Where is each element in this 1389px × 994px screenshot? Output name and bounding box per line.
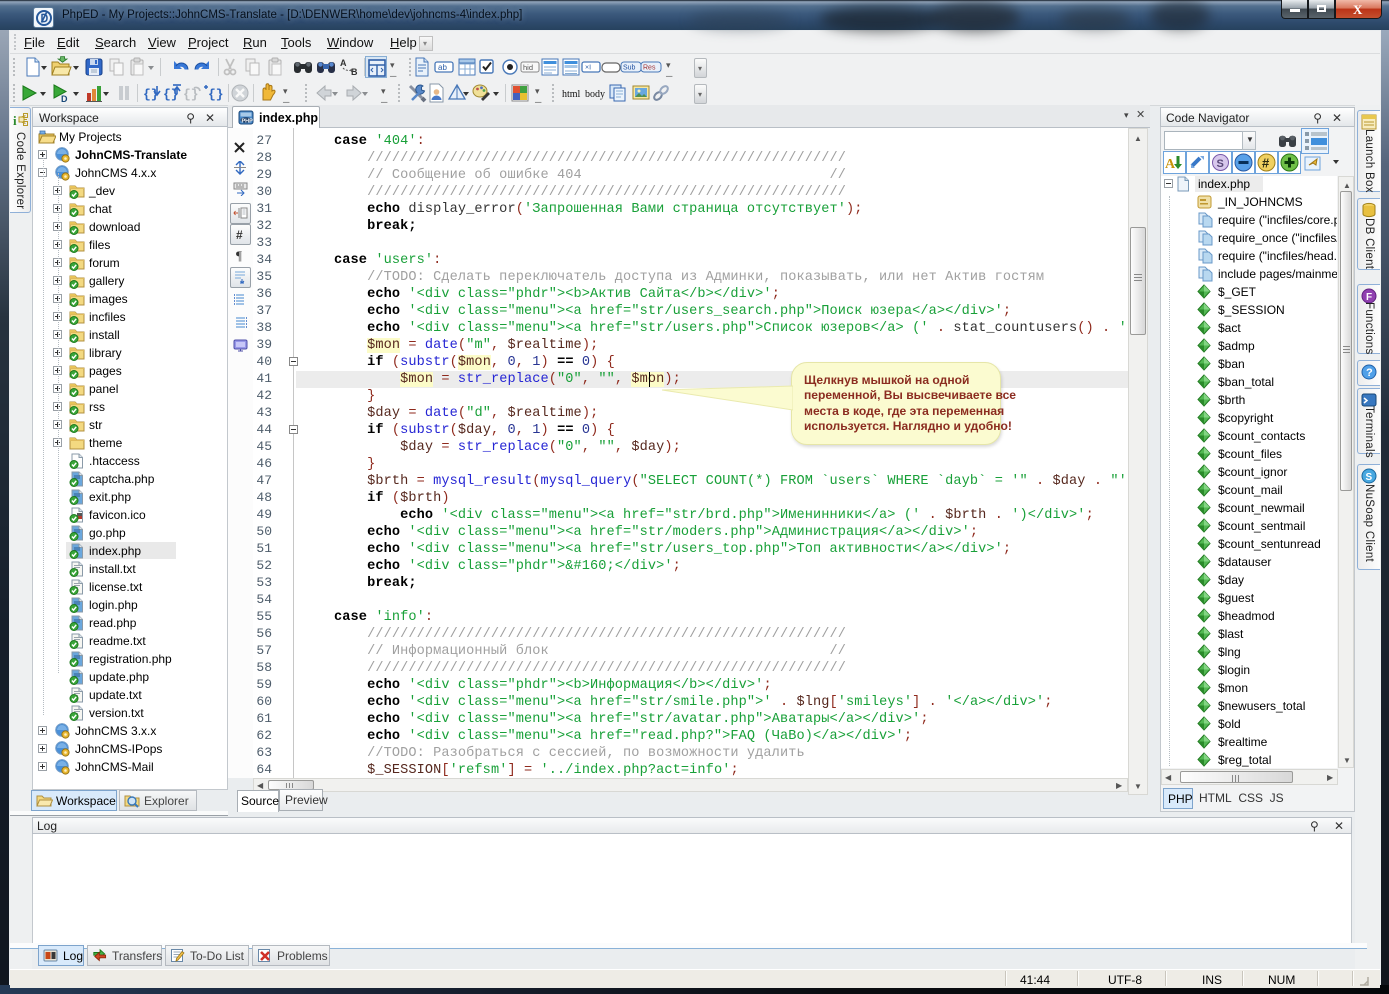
svg-text:S: S: [1366, 472, 1373, 483]
svg-text:Res: Res: [643, 65, 656, 72]
svg-text:¶: ¶: [236, 248, 242, 262]
svg-text:#: #: [1262, 156, 1270, 171]
svg-text:S: S: [1217, 158, 1224, 170]
svg-text:ab: ab: [438, 63, 447, 72]
svg-text:?: ?: [1366, 367, 1373, 379]
svg-text:Sub: Sub: [623, 65, 636, 72]
svg-text:B: B: [351, 67, 358, 77]
svg-text:html: html: [562, 89, 581, 100]
svg-text:i: i: [13, 113, 17, 128]
svg-text:PHP: PHP: [242, 118, 254, 124]
svg-text:hid: hid: [523, 63, 533, 72]
svg-text:#: #: [236, 228, 243, 241]
svg-text:A: A: [1165, 157, 1176, 172]
svg-text:D: D: [61, 94, 68, 104]
svg-text:A: A: [340, 58, 347, 68]
svg-text:×I: ×I: [585, 65, 591, 72]
svg-text:{}: {}: [208, 87, 224, 102]
svg-text:body: body: [585, 89, 605, 100]
svg-text:{}: {}: [183, 87, 199, 102]
